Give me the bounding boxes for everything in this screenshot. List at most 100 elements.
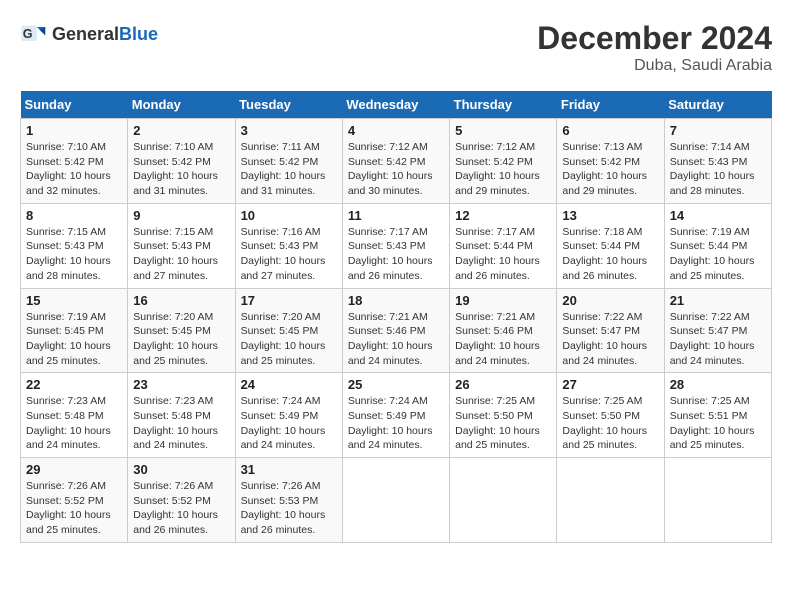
day-info: Sunrise: 7:20 AM Sunset: 5:45 PM Dayligh…: [241, 310, 337, 369]
sunrise-label: Sunrise: 7:18 AM: [562, 226, 642, 238]
day-number: 8: [26, 208, 122, 223]
day-info: Sunrise: 7:15 AM Sunset: 5:43 PM Dayligh…: [26, 225, 122, 284]
calendar-cell: 28 Sunrise: 7:25 AM Sunset: 5:51 PM Dayl…: [664, 373, 771, 458]
sunset-label: Sunset: 5:49 PM: [241, 410, 319, 422]
day-info: Sunrise: 7:10 AM Sunset: 5:42 PM Dayligh…: [133, 140, 229, 199]
calendar-body: 1 Sunrise: 7:10 AM Sunset: 5:42 PM Dayli…: [21, 119, 772, 543]
sunset-label: Sunset: 5:42 PM: [348, 156, 426, 168]
sunset-label: Sunset: 5:46 PM: [455, 325, 533, 337]
sunset-label: Sunset: 5:43 PM: [348, 240, 426, 252]
daylight-label: Daylight: 10 hours and 26 minutes.: [241, 509, 326, 536]
calendar-cell: 13 Sunrise: 7:18 AM Sunset: 5:44 PM Dayl…: [557, 203, 664, 288]
day-info: Sunrise: 7:24 AM Sunset: 5:49 PM Dayligh…: [348, 394, 444, 453]
location-title: Duba, Saudi Arabia: [537, 57, 772, 75]
day-number: 26: [455, 377, 551, 392]
day-info: Sunrise: 7:17 AM Sunset: 5:43 PM Dayligh…: [348, 225, 444, 284]
calendar-cell: 11 Sunrise: 7:17 AM Sunset: 5:43 PM Dayl…: [342, 203, 449, 288]
day-info: Sunrise: 7:25 AM Sunset: 5:50 PM Dayligh…: [562, 394, 658, 453]
sunrise-label: Sunrise: 7:12 AM: [348, 141, 428, 153]
logo-general: General: [52, 24, 119, 44]
sunset-label: Sunset: 5:44 PM: [670, 240, 748, 252]
daylight-label: Daylight: 10 hours and 30 minutes.: [348, 170, 433, 197]
calendar-cell: [342, 458, 449, 543]
daylight-label: Daylight: 10 hours and 27 minutes.: [241, 255, 326, 282]
day-info: Sunrise: 7:17 AM Sunset: 5:44 PM Dayligh…: [455, 225, 551, 284]
daylight-label: Daylight: 10 hours and 24 minutes.: [670, 340, 755, 367]
sunrise-label: Sunrise: 7:19 AM: [670, 226, 750, 238]
day-number: 30: [133, 462, 229, 477]
sunrise-label: Sunrise: 7:26 AM: [241, 480, 321, 492]
daylight-label: Daylight: 10 hours and 24 minutes.: [133, 425, 218, 452]
header-sunday: Sunday: [21, 91, 128, 119]
sunset-label: Sunset: 5:47 PM: [670, 325, 748, 337]
day-info: Sunrise: 7:23 AM Sunset: 5:48 PM Dayligh…: [133, 394, 229, 453]
day-number: 31: [241, 462, 337, 477]
daylight-label: Daylight: 10 hours and 25 minutes.: [26, 509, 111, 536]
sunset-label: Sunset: 5:50 PM: [455, 410, 533, 422]
calendar-cell: 31 Sunrise: 7:26 AM Sunset: 5:53 PM Dayl…: [235, 458, 342, 543]
daylight-label: Daylight: 10 hours and 29 minutes.: [455, 170, 540, 197]
calendar-week-row: 29 Sunrise: 7:26 AM Sunset: 5:52 PM Dayl…: [21, 458, 772, 543]
daylight-label: Daylight: 10 hours and 24 minutes.: [348, 425, 433, 452]
sunset-label: Sunset: 5:42 PM: [241, 156, 319, 168]
calendar-cell: 27 Sunrise: 7:25 AM Sunset: 5:50 PM Dayl…: [557, 373, 664, 458]
day-number: 18: [348, 293, 444, 308]
day-number: 27: [562, 377, 658, 392]
daylight-label: Daylight: 10 hours and 24 minutes.: [562, 340, 647, 367]
day-number: 3: [241, 123, 337, 138]
calendar-cell: 18 Sunrise: 7:21 AM Sunset: 5:46 PM Dayl…: [342, 288, 449, 373]
calendar-cell: 17 Sunrise: 7:20 AM Sunset: 5:45 PM Dayl…: [235, 288, 342, 373]
day-info: Sunrise: 7:26 AM Sunset: 5:53 PM Dayligh…: [241, 479, 337, 538]
title-block: December 2024 Duba, Saudi Arabia: [537, 20, 772, 75]
day-number: 6: [562, 123, 658, 138]
daylight-label: Daylight: 10 hours and 24 minutes.: [26, 425, 111, 452]
day-info: Sunrise: 7:22 AM Sunset: 5:47 PM Dayligh…: [562, 310, 658, 369]
day-number: 15: [26, 293, 122, 308]
sunrise-label: Sunrise: 7:25 AM: [562, 395, 642, 407]
sunrise-label: Sunrise: 7:24 AM: [241, 395, 321, 407]
day-info: Sunrise: 7:23 AM Sunset: 5:48 PM Dayligh…: [26, 394, 122, 453]
calendar-cell: 30 Sunrise: 7:26 AM Sunset: 5:52 PM Dayl…: [128, 458, 235, 543]
header-wednesday: Wednesday: [342, 91, 449, 119]
sunset-label: Sunset: 5:43 PM: [670, 156, 748, 168]
day-number: 1: [26, 123, 122, 138]
calendar-cell: 29 Sunrise: 7:26 AM Sunset: 5:52 PM Dayl…: [21, 458, 128, 543]
sunrise-label: Sunrise: 7:26 AM: [26, 480, 106, 492]
day-number: 16: [133, 293, 229, 308]
sunset-label: Sunset: 5:51 PM: [670, 410, 748, 422]
logo: G GeneralBlue: [20, 20, 158, 48]
calendar-cell: 19 Sunrise: 7:21 AM Sunset: 5:46 PM Dayl…: [450, 288, 557, 373]
sunset-label: Sunset: 5:44 PM: [455, 240, 533, 252]
header-saturday: Saturday: [664, 91, 771, 119]
calendar-week-row: 22 Sunrise: 7:23 AM Sunset: 5:48 PM Dayl…: [21, 373, 772, 458]
day-info: Sunrise: 7:12 AM Sunset: 5:42 PM Dayligh…: [348, 140, 444, 199]
day-info: Sunrise: 7:16 AM Sunset: 5:43 PM Dayligh…: [241, 225, 337, 284]
calendar-cell: 26 Sunrise: 7:25 AM Sunset: 5:50 PM Dayl…: [450, 373, 557, 458]
sunrise-label: Sunrise: 7:20 AM: [241, 311, 321, 323]
daylight-label: Daylight: 10 hours and 29 minutes.: [562, 170, 647, 197]
sunrise-label: Sunrise: 7:11 AM: [241, 141, 320, 153]
day-info: Sunrise: 7:13 AM Sunset: 5:42 PM Dayligh…: [562, 140, 658, 199]
daylight-label: Daylight: 10 hours and 31 minutes.: [133, 170, 218, 197]
day-info: Sunrise: 7:15 AM Sunset: 5:43 PM Dayligh…: [133, 225, 229, 284]
calendar-week-row: 1 Sunrise: 7:10 AM Sunset: 5:42 PM Dayli…: [21, 119, 772, 204]
day-number: 20: [562, 293, 658, 308]
day-number: 5: [455, 123, 551, 138]
sunrise-label: Sunrise: 7:15 AM: [133, 226, 213, 238]
sunset-label: Sunset: 5:45 PM: [133, 325, 211, 337]
sunrise-label: Sunrise: 7:13 AM: [562, 141, 642, 153]
calendar-cell: 5 Sunrise: 7:12 AM Sunset: 5:42 PM Dayli…: [450, 119, 557, 204]
calendar-cell: 24 Sunrise: 7:24 AM Sunset: 5:49 PM Dayl…: [235, 373, 342, 458]
calendar-cell: 3 Sunrise: 7:11 AM Sunset: 5:42 PM Dayli…: [235, 119, 342, 204]
day-number: 24: [241, 377, 337, 392]
sunset-label: Sunset: 5:49 PM: [348, 410, 426, 422]
sunrise-label: Sunrise: 7:17 AM: [455, 226, 535, 238]
sunrise-label: Sunrise: 7:12 AM: [455, 141, 535, 153]
sunset-label: Sunset: 5:52 PM: [26, 495, 104, 507]
day-number: 4: [348, 123, 444, 138]
day-info: Sunrise: 7:25 AM Sunset: 5:50 PM Dayligh…: [455, 394, 551, 453]
sunrise-label: Sunrise: 7:26 AM: [133, 480, 213, 492]
calendar-cell: 14 Sunrise: 7:19 AM Sunset: 5:44 PM Dayl…: [664, 203, 771, 288]
calendar-cell: 15 Sunrise: 7:19 AM Sunset: 5:45 PM Dayl…: [21, 288, 128, 373]
day-info: Sunrise: 7:19 AM Sunset: 5:45 PM Dayligh…: [26, 310, 122, 369]
